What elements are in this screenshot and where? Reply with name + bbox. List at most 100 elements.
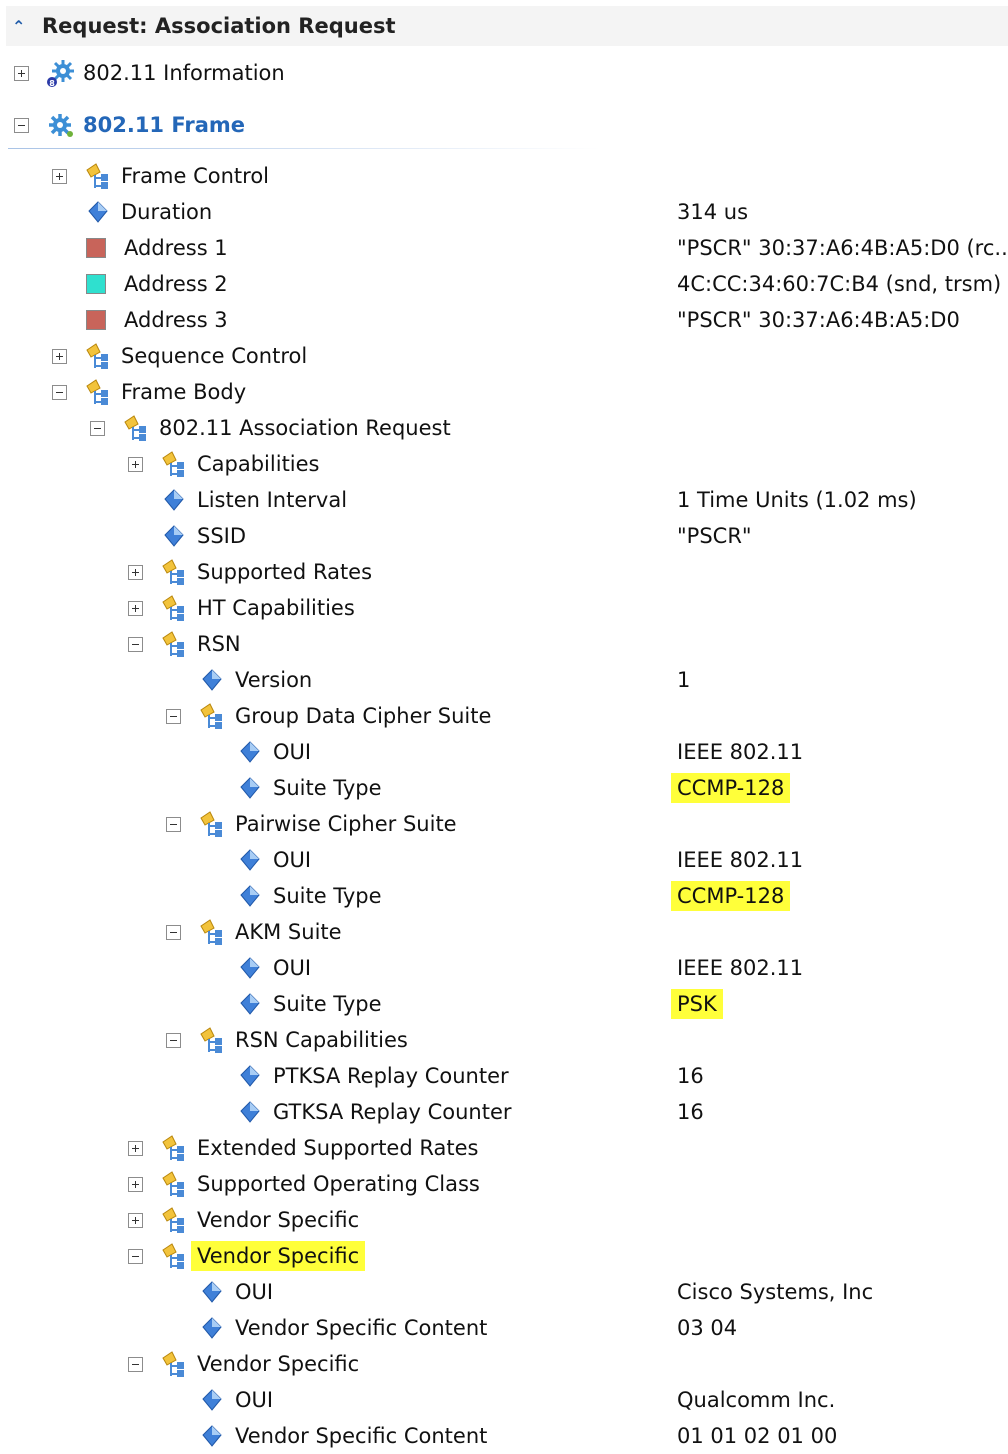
tree-row-listen-interval[interactable]: Listen Interval 1 Time Units (1.02 ms) <box>0 482 1008 518</box>
expand-icon[interactable] <box>128 1140 143 1156</box>
field-diamond-icon <box>235 1061 265 1091</box>
tree-row-value-cell: PSK <box>671 986 723 1022</box>
collapse-icon[interactable] <box>166 924 181 940</box>
expand-icon[interactable] <box>128 600 143 616</box>
tree-row-lead: Suite Type <box>204 878 382 914</box>
tree-row-group-data-cipher-suite[interactable]: Group Data Cipher Suite <box>0 698 1008 734</box>
field-diamond-icon <box>197 1313 227 1343</box>
structure-node-icon <box>121 413 151 443</box>
color-swatch-icon <box>86 310 106 330</box>
tree-row-oui[interactable]: OUI IEEE 802.11 <box>0 734 1008 770</box>
structure-node-icon <box>83 161 113 191</box>
collapse-chevron-icon[interactable]: ⌃ <box>12 17 42 36</box>
svg-text:8: 8 <box>49 79 55 88</box>
tree-row-vendor-specific[interactable]: Vendor Specific <box>0 1346 1008 1382</box>
tree-row-lead: HT Capabilities <box>128 590 355 626</box>
collapse-icon[interactable] <box>128 1248 143 1264</box>
collapse-icon[interactable] <box>166 816 181 832</box>
structure-node-icon <box>159 557 189 587</box>
collapse-icon[interactable] <box>166 708 181 724</box>
expand-icon[interactable] <box>52 168 67 184</box>
tree-row-label: Vendor Specific <box>197 1208 360 1232</box>
tree-row-oui[interactable]: OUI Cisco Systems, Inc <box>0 1274 1008 1310</box>
tree-row-suite-type[interactable]: Suite Type PSK <box>0 986 1008 1022</box>
tree-row-lead: Frame Control <box>52 158 269 194</box>
tree-row-ssid[interactable]: SSID "PSCR" <box>0 518 1008 554</box>
tree-node-802-11-information[interactable]: 8 802.11 Information <box>14 55 285 91</box>
field-diamond-icon <box>159 521 189 551</box>
tree-row-frame-body[interactable]: Frame Body <box>0 374 1008 410</box>
expand-icon[interactable] <box>128 1176 143 1192</box>
tree-row-vendor-specific-content[interactable]: Vendor Specific Content 03 04 <box>0 1310 1008 1346</box>
tree-row-lead: Group Data Cipher Suite <box>166 698 491 734</box>
tree-row-vendor-specific[interactable]: Vendor Specific <box>0 1238 1008 1274</box>
tree-row-lead: Supported Rates <box>128 554 372 590</box>
tree-row-lead: Address 3 <box>52 302 228 338</box>
collapse-icon[interactable] <box>166 1032 181 1048</box>
tree-row-value-cell: "PSCR" 30:37:A6:4B:A5:D0 (rc... <box>677 230 1008 266</box>
collapse-icon[interactable] <box>52 384 67 400</box>
tree-row-supported-rates[interactable]: Supported Rates <box>0 554 1008 590</box>
expand-icon[interactable] <box>128 1212 143 1228</box>
tree-row-sequence-control[interactable]: Sequence Control <box>0 338 1008 374</box>
structure-node-icon <box>197 1025 227 1055</box>
tree-row-lead: Extended Supported Rates <box>128 1130 478 1166</box>
tree-row-suite-type[interactable]: Suite Type CCMP-128 <box>0 770 1008 806</box>
tree-row-value-cell: "PSCR" 30:37:A6:4B:A5:D0 <box>677 302 960 338</box>
tree-row-duration[interactable]: Duration 314 us <box>0 194 1008 230</box>
expand-icon[interactable] <box>128 456 143 472</box>
color-swatch-icon <box>86 238 106 258</box>
tree-row-value: Qualcomm Inc. <box>677 1388 836 1412</box>
tree-row-label: Vendor Specific Content <box>235 1424 488 1448</box>
tree-row-suite-type[interactable]: Suite Type CCMP-128 <box>0 878 1008 914</box>
tree-row-vendor-specific-content[interactable]: Vendor Specific Content 01 01 02 01 00 <box>0 1418 1008 1454</box>
expand-icon[interactable] <box>52 348 67 364</box>
tree-row-address-3[interactable]: Address 3 "PSCR" 30:37:A6:4B:A5:D0 <box>0 302 1008 338</box>
structure-node-icon <box>197 917 227 947</box>
field-diamond-icon <box>197 1277 227 1307</box>
tree-row-lead: SSID <box>128 518 246 554</box>
tree-row-vendor-specific[interactable]: Vendor Specific <box>0 1202 1008 1238</box>
tree-row-label: Listen Interval <box>197 488 348 512</box>
field-diamond-icon <box>235 1097 265 1127</box>
tree-row-rsn[interactable]: RSN <box>0 626 1008 662</box>
tree-row-lead: Suite Type <box>204 770 382 806</box>
tree-row-akm-suite[interactable]: AKM Suite <box>0 914 1008 950</box>
collapse-icon[interactable] <box>128 1356 143 1372</box>
tree-row-version[interactable]: Version 1 <box>0 662 1008 698</box>
tree-row-label: OUI <box>273 848 312 872</box>
tree-row-gtksa-replay-counter[interactable]: GTKSA Replay Counter 16 <box>0 1094 1008 1130</box>
tree-row-extended-supported-rates[interactable]: Extended Supported Rates <box>0 1130 1008 1166</box>
field-diamond-icon <box>197 1385 227 1415</box>
tree-row-label: Extended Supported Rates <box>197 1136 479 1160</box>
tree-row-802-11-association-request[interactable]: 802.11 Association Request <box>0 410 1008 446</box>
collapse-icon[interactable] <box>90 420 105 436</box>
structure-node-icon <box>159 1133 189 1163</box>
tree-row-oui[interactable]: OUI Qualcomm Inc. <box>0 1382 1008 1418</box>
tree-row-lead: OUI <box>204 950 311 986</box>
tree-row-capabilities[interactable]: Capabilities <box>0 446 1008 482</box>
tree-row-oui[interactable]: OUI IEEE 802.11 <box>0 842 1008 878</box>
expand-icon[interactable] <box>14 65 29 81</box>
tree-row-frame-control[interactable]: Frame Control <box>0 158 1008 194</box>
tree-row-supported-operating-class[interactable]: Supported Operating Class <box>0 1166 1008 1202</box>
collapse-icon[interactable] <box>128 636 143 652</box>
tree-row-ht-capabilities[interactable]: HT Capabilities <box>0 590 1008 626</box>
tree-row-ptksa-replay-counter[interactable]: PTKSA Replay Counter 16 <box>0 1058 1008 1094</box>
tree-row-rsn-capabilities[interactable]: RSN Capabilities <box>0 1022 1008 1058</box>
collapse-icon[interactable] <box>14 117 29 133</box>
tree-row-pairwise-cipher-suite[interactable]: Pairwise Cipher Suite <box>0 806 1008 842</box>
tree-row-value: IEEE 802.11 <box>677 740 804 764</box>
tree-row-value: IEEE 802.11 <box>677 848 804 872</box>
tree-row-lead: Pairwise Cipher Suite <box>166 806 457 842</box>
expand-icon[interactable] <box>128 564 143 580</box>
tree-row-oui[interactable]: OUI IEEE 802.11 <box>0 950 1008 986</box>
tree-row-label: Duration <box>121 200 213 224</box>
tree-row-address-1[interactable]: Address 1 "PSCR" 30:37:A6:4B:A5:D0 (rc... <box>0 230 1008 266</box>
section-header[interactable]: ⌃ Request: Association Request <box>6 6 1008 46</box>
tree-row-value-cell: CCMP-128 <box>671 770 791 806</box>
tree-node-802-11-frame[interactable]: 802.11 Frame <box>14 107 245 143</box>
tree-row-lead: Sequence Control <box>52 338 307 374</box>
tree-row-address-2[interactable]: Address 2 4C:CC:34:60:7C:B4 (snd, trsm) <box>0 266 1008 302</box>
tree-row-lead: Vendor Specific <box>128 1238 366 1274</box>
